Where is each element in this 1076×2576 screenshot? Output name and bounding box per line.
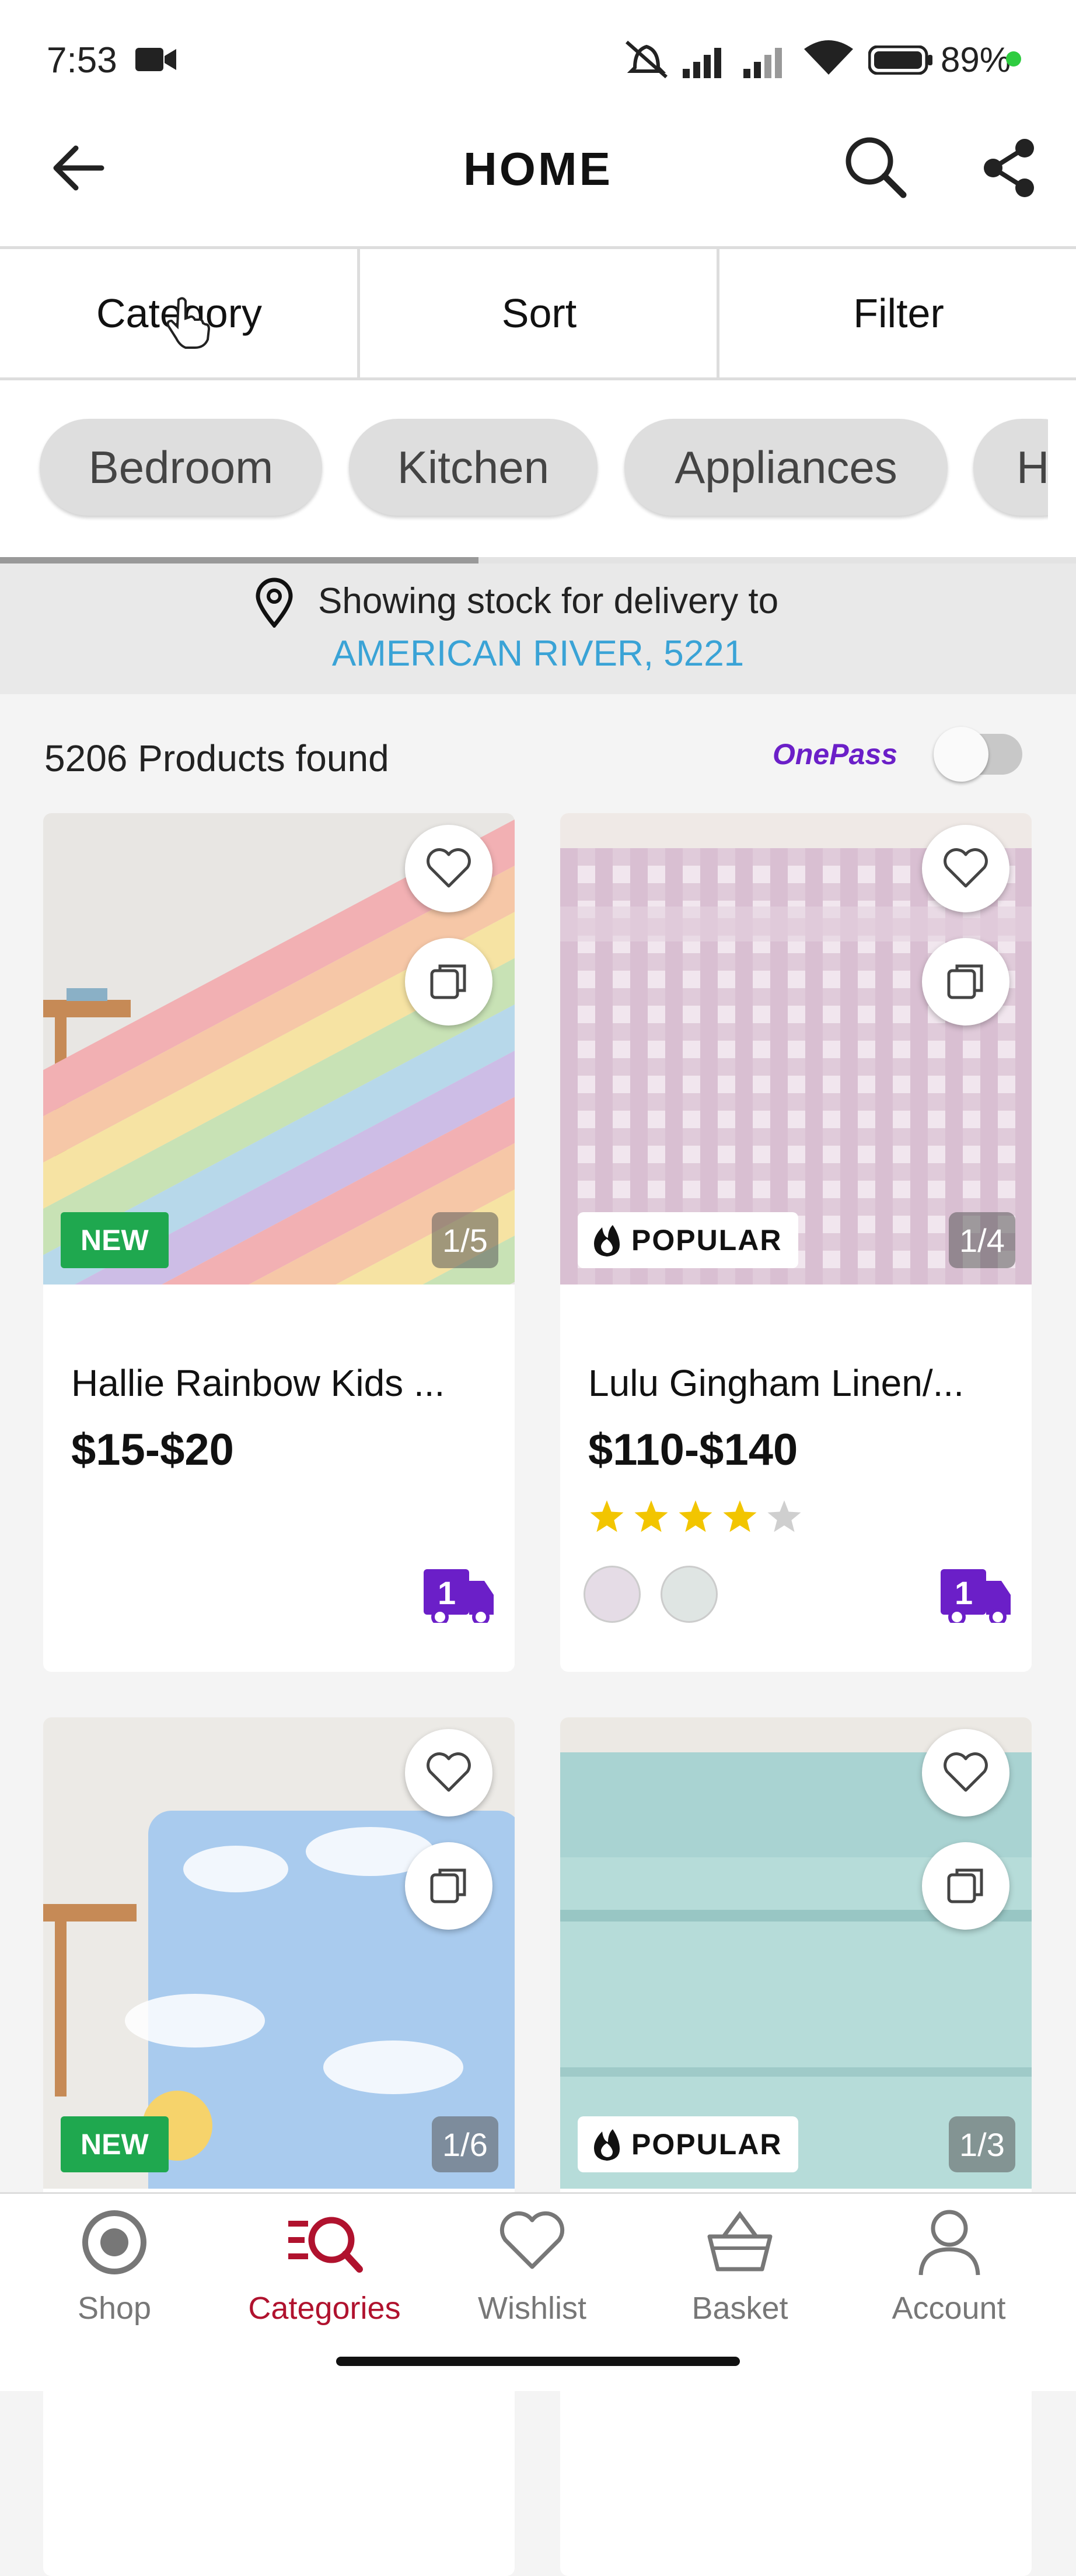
battery-dot (1006, 51, 1021, 66)
nav-label: Account (892, 2291, 1006, 2326)
compare-icon (947, 964, 983, 999)
chip-kitchen[interactable]: Kitchen (349, 419, 598, 516)
product-price: $110-$140 (588, 1425, 798, 1475)
rating-star (723, 1500, 757, 1532)
compare-button[interactable] (922, 938, 1009, 1026)
battery-percent: 89% (941, 40, 1011, 79)
nav-account[interactable]: Account (861, 2203, 1036, 2331)
mute-icon (626, 40, 668, 79)
product-price: $15-$20 (71, 1425, 234, 1475)
video-camera-icon (135, 48, 176, 71)
flame-icon (594, 2129, 620, 2161)
page-title: HOME (463, 143, 613, 195)
product-card[interactable]: POPULAR 1/3 (560, 1717, 1032, 2576)
rating-star (634, 1500, 668, 1532)
nav-wishlist[interactable]: Wishlist (445, 2203, 620, 2331)
onepass-delivery-icon: 1 (424, 1569, 494, 1623)
nav-label: Wishlist (478, 2291, 586, 2326)
new-badge: NEW (61, 1212, 169, 1268)
heart-icon (427, 848, 471, 888)
products-count: 5206 Products found (44, 737, 389, 779)
flame-icon (594, 1225, 620, 1256)
shop-icon (82, 2210, 146, 2274)
heart-icon (427, 1752, 471, 1792)
nav-basket[interactable]: Basket (652, 2203, 827, 2331)
compare-icon (430, 964, 466, 999)
popular-badge-label: POPULAR (631, 1224, 782, 1256)
wifi-icon (804, 40, 853, 75)
image-counter: 1/5 (432, 1212, 498, 1268)
chip-fade (1048, 380, 1076, 562)
image-counter: 1/6 (432, 2116, 498, 2172)
onepass-delivery-icon: 1 (941, 1569, 1011, 1623)
nav-label: Basket (691, 2291, 788, 2326)
categories-icon (288, 2217, 363, 2273)
wishlist-button[interactable] (922, 1729, 1009, 1817)
status-time: 7:53 (47, 40, 117, 80)
location-pin-icon (256, 578, 293, 628)
compare-button[interactable] (405, 1842, 492, 1930)
delivery-text: Showing stock for delivery to (318, 581, 779, 621)
signal-2-icon (743, 48, 782, 78)
rating-star (767, 1500, 801, 1532)
compare-button[interactable] (922, 1842, 1009, 1930)
wishlist-button[interactable] (405, 825, 492, 912)
image-counter: 1/4 (949, 1212, 1015, 1268)
image-counter: 1/3 (949, 2116, 1015, 2172)
category-chips: Bedroom Kitchen Appliances H (0, 380, 1076, 562)
nav-label: Categories (248, 2291, 401, 2326)
sort-filter-bar: Category Sort Filter (0, 249, 1076, 380)
rating-star (590, 1500, 624, 1532)
pointer-cursor-icon (166, 297, 210, 349)
product-card[interactable]: NEW 1/6 (43, 1717, 515, 2576)
chips-scroll-thumb[interactable] (0, 557, 478, 564)
rating-star (679, 1500, 712, 1532)
product-card[interactable]: NEW 1/5 Hallie Rainbow Kids ... $15-$20 … (43, 813, 515, 1672)
rating-stars (587, 1497, 809, 1538)
account-icon (918, 2210, 980, 2276)
toggle-knob[interactable] (934, 727, 988, 782)
nav-label: Shop (77, 2291, 152, 2326)
battery-icon (868, 46, 932, 75)
search-icon[interactable] (843, 134, 908, 200)
home-indicator[interactable] (336, 2357, 740, 2366)
nav-categories[interactable]: Categories (237, 2203, 412, 2331)
heart-icon (944, 1752, 988, 1792)
popular-badge: POPULAR (578, 2116, 799, 2172)
heart-icon (499, 2211, 565, 2269)
chip-bedroom[interactable]: Bedroom (40, 419, 322, 516)
svg-text:1: 1 (955, 1574, 973, 1611)
delivery-location-link[interactable]: AMERICAN RIVER, 5221 (0, 633, 1076, 674)
heart-icon (944, 848, 988, 888)
filter-button[interactable]: Filter (719, 249, 1076, 377)
signal-icon (683, 48, 721, 78)
onepass-logo: OnePass (773, 738, 898, 771)
color-swatch[interactable] (584, 1566, 641, 1623)
product-name[interactable]: Lulu Gingham Linen/... (588, 1362, 964, 1405)
sort-button[interactable]: Sort (360, 249, 718, 377)
compare-button[interactable] (405, 938, 492, 1026)
popular-badge: POPULAR (578, 1212, 799, 1268)
svg-text:1: 1 (438, 1574, 456, 1611)
nav-shop[interactable]: Shop (27, 2203, 202, 2331)
product-card[interactable]: POPULAR 1/4 Lulu Gingham Linen/... $110-… (560, 813, 1032, 1672)
share-icon[interactable] (980, 138, 1039, 198)
basket-icon (707, 2211, 773, 2272)
compare-icon (947, 1868, 983, 1903)
popular-badge-label: POPULAR (631, 2128, 782, 2161)
color-swatch[interactable] (661, 1566, 718, 1623)
chip-appliances[interactable]: Appliances (624, 419, 948, 516)
wishlist-button[interactable] (405, 1729, 492, 1817)
product-name[interactable]: Hallie Rainbow Kids ... (71, 1362, 445, 1405)
compare-icon (430, 1868, 466, 1903)
new-badge: NEW (61, 2116, 169, 2172)
wishlist-button[interactable] (922, 825, 1009, 912)
